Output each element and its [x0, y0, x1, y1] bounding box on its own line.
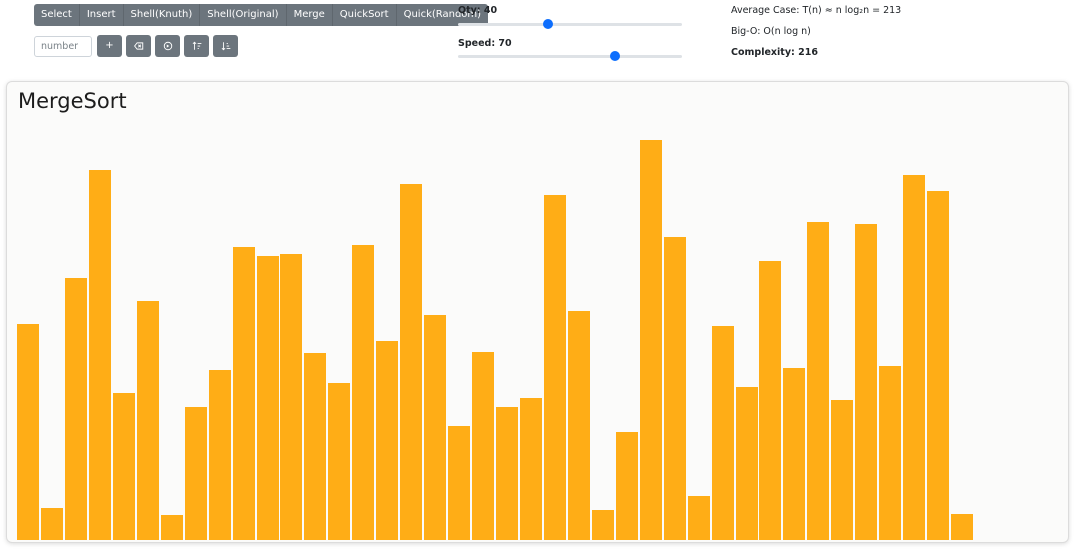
bar-14 [328, 383, 351, 540]
randomize-button[interactable] [155, 35, 180, 57]
speed-slider-track [458, 55, 682, 58]
bar-16 [376, 341, 399, 540]
bar-39 [927, 191, 950, 540]
bar-8 [184, 407, 207, 540]
clear-button[interactable] [126, 35, 151, 57]
bar-1 [17, 324, 39, 540]
sort-descending-button[interactable] [213, 35, 238, 57]
insert-sort-button[interactable]: Insert [80, 4, 124, 26]
bar-33 [783, 368, 806, 540]
number-input[interactable] [34, 36, 92, 57]
speed-label: Speed: 70 [458, 38, 512, 49]
speed-slider[interactable] [458, 50, 682, 62]
bar-30 [711, 326, 734, 540]
bar-35 [831, 400, 854, 540]
bar-10 [232, 247, 255, 540]
bar-12 [280, 254, 303, 540]
visualization-panel: MergeSort [6, 81, 1069, 543]
merge-sort-button[interactable]: Merge [287, 4, 333, 26]
bar-13 [304, 353, 327, 540]
quicksort-button[interactable]: QuickSort [333, 4, 397, 26]
bar-15 [352, 245, 375, 540]
average-case-text: Average Case: T(n) ≈ n log₂n = 213 [731, 5, 902, 16]
qty-label: Qty: 40 [458, 5, 498, 16]
bar-6 [136, 301, 159, 540]
bar-20 [472, 352, 495, 540]
backspace-icon [133, 42, 143, 50]
bar-5 [112, 393, 135, 540]
bar-21 [496, 407, 518, 540]
bar-29 [687, 496, 710, 540]
bar-17 [400, 184, 423, 540]
bar-22 [519, 398, 542, 540]
bar-23 [543, 195, 566, 540]
qty-slider-thumb[interactable] [542, 19, 553, 29]
bar-chart [17, 122, 1057, 540]
bar-28 [663, 237, 686, 540]
algorithm-button-group: Select Insert Shell(Knuth) Shell(Origina… [34, 4, 489, 26]
bar-25 [591, 510, 614, 540]
complexity-text: Complexity: 216 [731, 47, 818, 58]
bar-38 [903, 175, 926, 540]
select-sort-button[interactable]: Select [34, 4, 80, 26]
bar-32 [759, 261, 782, 540]
shell-original-button[interactable]: Shell(Original) [200, 4, 287, 26]
bar-31 [735, 387, 758, 540]
speed-slider-thumb[interactable] [609, 51, 620, 61]
add-label: + [105, 40, 114, 51]
bar-19 [448, 426, 471, 540]
bar-36 [855, 224, 878, 540]
bar-9 [208, 370, 231, 540]
big-o-text: Big-O: O(n log n) [731, 26, 811, 37]
bar-18 [424, 315, 447, 540]
bar-3 [64, 278, 87, 540]
bar-7 [160, 515, 183, 540]
bar-4 [88, 170, 111, 540]
add-button[interactable]: + [97, 35, 122, 57]
bar-34 [807, 222, 830, 540]
bar-24 [567, 311, 590, 540]
panel-title: MergeSort [18, 89, 127, 113]
bar-37 [879, 366, 902, 540]
qty-slider-track [458, 23, 682, 26]
bar-26 [615, 432, 638, 540]
qty-slider[interactable] [458, 18, 682, 30]
sort-ascending-icon [192, 41, 201, 50]
bar-2 [40, 508, 63, 540]
sort-descending-icon [221, 42, 230, 51]
sort-ascending-button[interactable] [184, 35, 209, 57]
shell-knuth-button[interactable]: Shell(Knuth) [124, 4, 201, 26]
bar-11 [256, 256, 279, 540]
bar-40 [951, 514, 974, 540]
bar-27 [639, 140, 662, 540]
reset-icon [163, 41, 172, 51]
